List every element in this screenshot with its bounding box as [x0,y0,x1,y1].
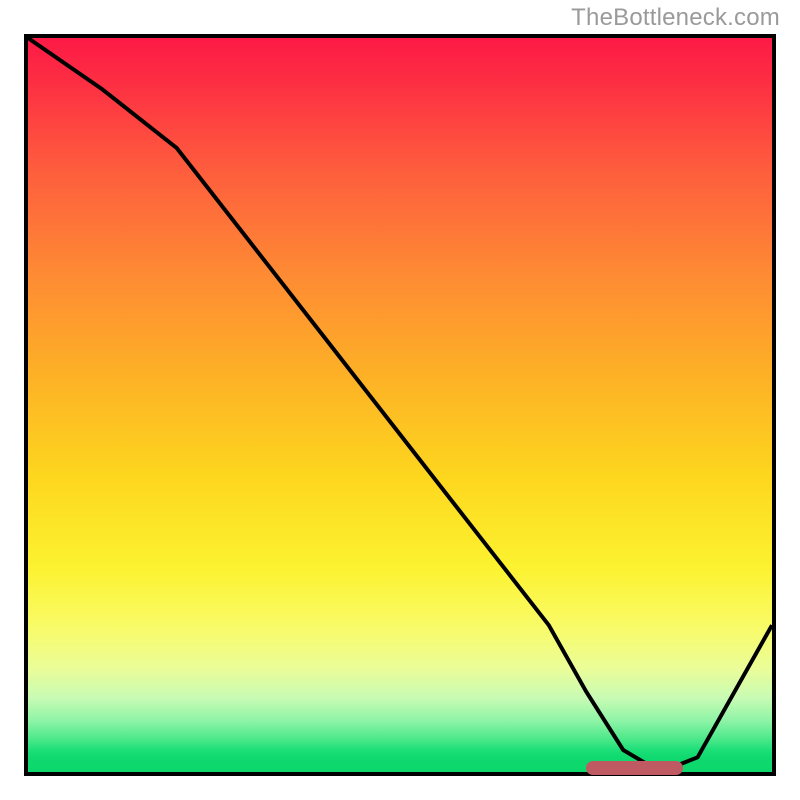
chart-stage: TheBottleneck.com [0,0,800,800]
optimal-range-marker [586,761,683,775]
bottleneck-curve-path [28,38,772,772]
bottleneck-curve [28,38,772,772]
watermark-text: TheBottleneck.com [571,4,780,32]
plot-area [24,34,776,776]
